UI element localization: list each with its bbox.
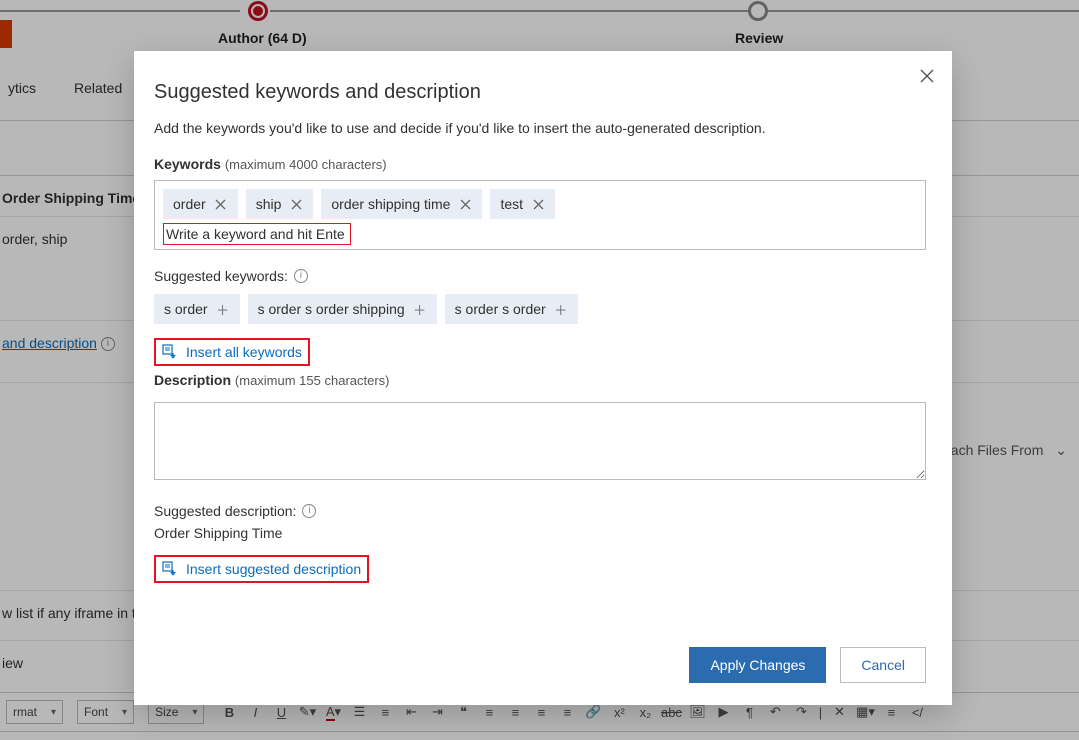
cancel-button[interactable]: Cancel bbox=[840, 647, 926, 683]
keyword-chip: order shipping time bbox=[321, 189, 482, 219]
description-label: Description (maximum 155 characters) bbox=[154, 372, 926, 388]
close-button[interactable] bbox=[918, 67, 936, 85]
chip-text: s order s order shipping bbox=[258, 301, 405, 317]
remove-chip-button[interactable] bbox=[214, 197, 228, 211]
keyword-input[interactable] bbox=[166, 226, 344, 242]
keyword-chip: ship bbox=[246, 189, 314, 219]
insert-icon bbox=[162, 344, 178, 360]
keyword-chips-row: order ship order shipping time test bbox=[163, 189, 917, 219]
dialog-subtitle: Add the keywords you'd like to use and d… bbox=[154, 120, 926, 136]
description-hint: (maximum 155 characters) bbox=[235, 373, 390, 388]
keyword-input-highlight bbox=[163, 223, 351, 245]
close-icon bbox=[460, 199, 471, 210]
add-chip-button[interactable]: ＋ bbox=[554, 302, 568, 316]
add-chip-button[interactable]: ＋ bbox=[413, 302, 427, 316]
insert-all-keywords-button[interactable]: Insert all keywords bbox=[154, 338, 310, 366]
keywords-label-text: Keywords bbox=[154, 156, 221, 172]
keyword-chip: order bbox=[163, 189, 238, 219]
keywords-hint: (maximum 4000 characters) bbox=[225, 157, 387, 172]
info-icon[interactable]: i bbox=[294, 269, 308, 283]
insert-all-keywords-text: Insert all keywords bbox=[186, 344, 302, 360]
keywords-label: Keywords (maximum 4000 characters) bbox=[154, 156, 926, 172]
close-icon bbox=[920, 69, 934, 83]
chip-text: order bbox=[173, 196, 206, 212]
chip-text: s order s order bbox=[455, 301, 546, 317]
description-textarea[interactable] bbox=[154, 402, 926, 480]
suggested-description-label: Suggested description: i bbox=[154, 503, 926, 519]
dialog-footer: Apply Changes Cancel bbox=[154, 647, 926, 683]
suggested-keywords-row: s order ＋ s order s order shipping ＋ s o… bbox=[154, 294, 926, 324]
chip-text: test bbox=[500, 196, 523, 212]
suggested-chip: s order s order ＋ bbox=[445, 294, 578, 324]
chip-text: order shipping time bbox=[331, 196, 450, 212]
remove-chip-button[interactable] bbox=[531, 197, 545, 211]
chip-text: ship bbox=[256, 196, 282, 212]
insert-suggested-description-text: Insert suggested description bbox=[186, 561, 361, 577]
info-icon[interactable]: i bbox=[302, 504, 316, 518]
insert-icon bbox=[162, 561, 178, 577]
suggested-keywords-dialog: Suggested keywords and description Add t… bbox=[134, 51, 952, 705]
apply-changes-button[interactable]: Apply Changes bbox=[689, 647, 826, 683]
suggested-description-label-text: Suggested description: bbox=[154, 503, 296, 519]
dialog-title: Suggested keywords and description bbox=[154, 81, 926, 104]
chip-text: s order bbox=[164, 301, 208, 317]
suggested-keywords-label: Suggested keywords: i bbox=[154, 268, 926, 284]
insert-suggested-description-button[interactable]: Insert suggested description bbox=[154, 555, 369, 583]
add-chip-button[interactable]: ＋ bbox=[216, 302, 230, 316]
close-icon bbox=[533, 199, 544, 210]
suggested-chip: s order s order shipping ＋ bbox=[248, 294, 437, 324]
suggested-description-text: Order Shipping Time bbox=[154, 525, 926, 541]
suggested-chip: s order ＋ bbox=[154, 294, 240, 324]
close-icon bbox=[215, 199, 226, 210]
keywords-input-box[interactable]: order ship order shipping time test bbox=[154, 180, 926, 250]
suggested-keywords-text: Suggested keywords: bbox=[154, 268, 288, 284]
description-label-text: Description bbox=[154, 372, 231, 388]
close-icon bbox=[291, 199, 302, 210]
remove-chip-button[interactable] bbox=[458, 197, 472, 211]
remove-chip-button[interactable] bbox=[289, 197, 303, 211]
keyword-chip: test bbox=[490, 189, 555, 219]
